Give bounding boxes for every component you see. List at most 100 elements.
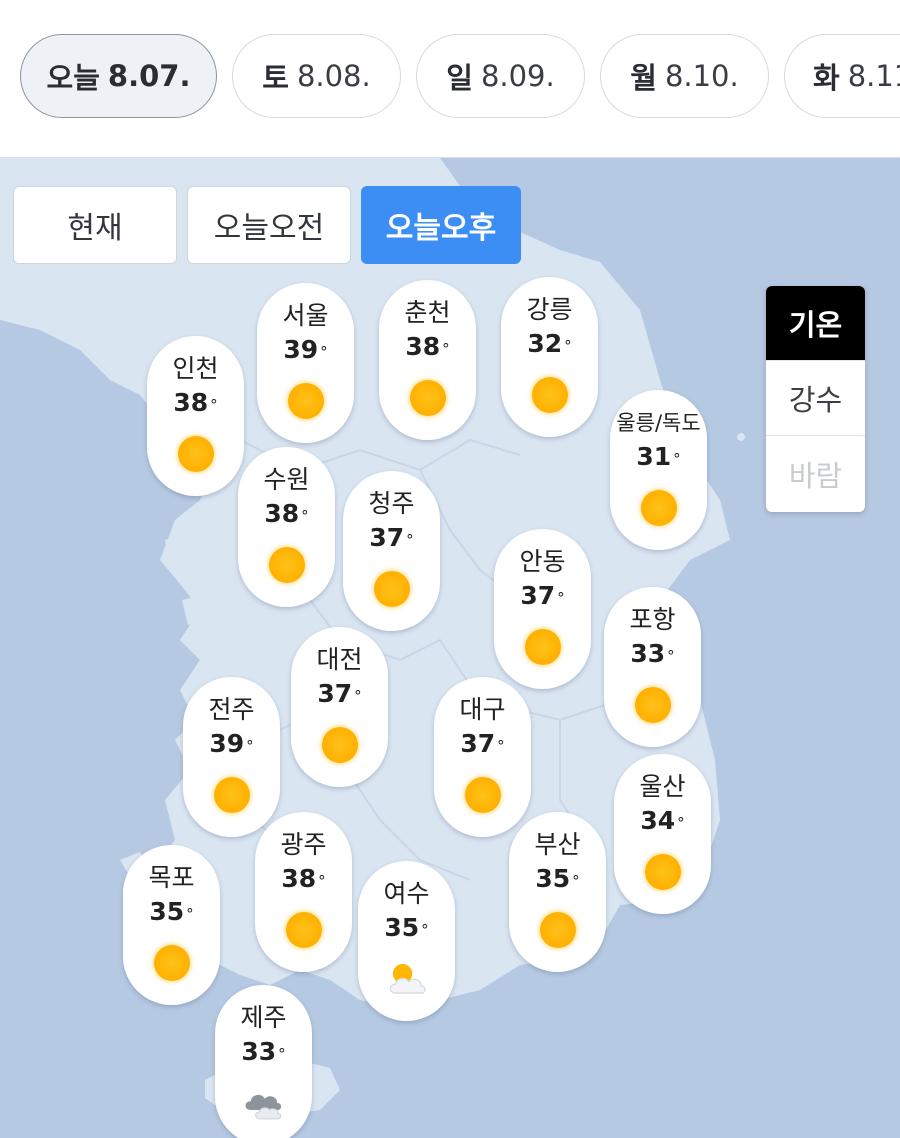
city-pill-cheongju[interactable]: 청주 37 ° xyxy=(343,471,440,631)
city-temp: 33 ° xyxy=(630,637,674,671)
city-pill-incheon[interactable]: 인천 38 ° xyxy=(147,336,244,496)
date-tab-date: 8.11. xyxy=(847,59,900,93)
sun-icon xyxy=(637,486,681,530)
sun-icon xyxy=(631,683,675,727)
city-pill-mokpo[interactable]: 목포 35 ° xyxy=(123,845,220,1005)
city-name: 울산 xyxy=(639,772,686,801)
degree-symbol: ° xyxy=(667,647,675,665)
temp-value: 35 xyxy=(535,864,571,893)
layer-tab-wind[interactable]: 바람 xyxy=(766,436,865,512)
degree-symbol: ° xyxy=(572,872,580,890)
city-name: 여수 xyxy=(383,879,430,908)
sun-icon xyxy=(265,543,309,587)
city-name: 인천 xyxy=(172,354,219,383)
city-name: 제주 xyxy=(240,1003,287,1032)
degree-symbol: ° xyxy=(246,737,254,755)
date-tab-tue[interactable]: 화8.11. xyxy=(784,34,900,118)
degree-symbol: ° xyxy=(677,814,685,832)
city-name: 안동 xyxy=(519,547,566,576)
city-pill-yeosu[interactable]: 여수 35 ° xyxy=(358,861,455,1021)
time-tab-now[interactable]: 현재 xyxy=(13,186,177,264)
temp-value: 35 xyxy=(384,913,420,942)
date-tab-mon[interactable]: 월 8.10. xyxy=(600,34,769,118)
city-pill-andong[interactable]: 안동 37 ° xyxy=(494,529,591,689)
temp-value: 38 xyxy=(405,332,441,361)
time-tab-afternoon[interactable]: 오늘오후 xyxy=(361,186,521,264)
time-tab-morning[interactable]: 오늘오전 xyxy=(187,186,351,264)
sun-icon xyxy=(641,850,685,894)
city-temp: 39 ° xyxy=(209,727,253,761)
city-temp: 35 ° xyxy=(535,862,579,896)
date-tab-bar: 오늘8.07. 토8.08. 일8.09. 월8.10. 화8.11. xyxy=(0,0,900,158)
city-pill-daejeon[interactable]: 대전 37 ° xyxy=(291,627,388,787)
city-name: 대구 xyxy=(459,695,506,724)
city-pill-jeonju[interactable]: 전주 39 ° xyxy=(183,677,280,837)
city-temp: 38 ° xyxy=(405,330,449,364)
city-temp: 38 ° xyxy=(173,386,217,420)
city-pill-suwon[interactable]: 수원 38 ° xyxy=(238,447,335,607)
city-temp: 38 ° xyxy=(264,497,308,531)
city-temp: 31 ° xyxy=(636,440,680,474)
temp-value: 39 xyxy=(283,335,319,364)
city-name: 목포 xyxy=(148,863,195,892)
date-tab-sun[interactable]: 일 8.09. xyxy=(416,34,585,118)
date-tab-dow: 토 xyxy=(262,61,289,95)
city-pill-gwangju[interactable]: 광주 38 ° xyxy=(255,812,352,972)
degree-symbol: ° xyxy=(421,921,429,939)
sun-icon xyxy=(521,625,565,669)
city-name: 수원 xyxy=(263,465,310,494)
city-name: 전주 xyxy=(208,695,255,724)
sun-icon xyxy=(174,432,218,476)
sun-icon xyxy=(282,908,326,952)
degree-symbol: ° xyxy=(442,340,450,358)
sun-icon xyxy=(370,567,414,611)
city-name: 강릉 xyxy=(526,295,573,324)
city-name: 광주 xyxy=(280,830,327,859)
partly-cloudy-icon xyxy=(385,957,429,1001)
city-pill-gangneung[interactable]: 강릉 32 ° xyxy=(501,277,598,437)
city-temp: 37 ° xyxy=(460,727,504,761)
city-name: 부산 xyxy=(534,830,581,859)
city-temp: 33 ° xyxy=(241,1035,285,1069)
city-name: 서울 xyxy=(282,301,329,330)
degree-symbol: ° xyxy=(673,450,681,468)
temp-value: 33 xyxy=(630,639,666,668)
city-pill-busan[interactable]: 부산 35 ° xyxy=(509,812,606,972)
city-pill-ulsan[interactable]: 울산 34 ° xyxy=(614,754,711,914)
city-pill-daegu[interactable]: 대구 37 ° xyxy=(434,677,531,837)
city-temp: 39 ° xyxy=(283,333,327,367)
city-pill-jeju[interactable]: 제주 33 ° xyxy=(215,985,312,1138)
layer-tab-precipitation[interactable]: 강수 xyxy=(766,361,865,436)
date-tab-sat[interactable]: 토 8.08. xyxy=(232,34,401,118)
degree-symbol: ° xyxy=(406,531,414,549)
city-temp: 37 ° xyxy=(317,677,361,711)
temp-value: 38 xyxy=(173,388,209,417)
date-tab-dow: 월 xyxy=(630,61,657,95)
city-pill-pohang[interactable]: 포항 33 ° xyxy=(604,587,701,747)
temp-value: 34 xyxy=(640,806,676,835)
degree-symbol: ° xyxy=(320,343,328,361)
temp-value: 37 xyxy=(520,581,556,610)
sun-icon xyxy=(318,723,362,767)
city-temp: 34 ° xyxy=(640,804,684,838)
map-layer-tabs: 기온 강수 바람 xyxy=(766,286,865,512)
degree-symbol: ° xyxy=(557,589,565,607)
temp-value: 37 xyxy=(460,729,496,758)
layer-tab-temperature[interactable]: 기온 xyxy=(766,286,865,361)
city-temp: 35 ° xyxy=(149,895,193,929)
city-pill-ulleung-dokdo[interactable]: 울릉/독도 31 ° xyxy=(610,390,707,550)
sun-icon xyxy=(406,376,450,420)
degree-symbol: ° xyxy=(186,905,194,923)
temp-value: 37 xyxy=(317,679,353,708)
city-name: 울릉/독도 xyxy=(616,411,701,435)
degree-symbol: ° xyxy=(497,737,505,755)
temp-value: 38 xyxy=(281,864,317,893)
sun-icon xyxy=(536,908,580,952)
degree-symbol: ° xyxy=(564,337,572,355)
temp-value: 37 xyxy=(369,523,405,552)
city-pill-seoul[interactable]: 서울 39 ° xyxy=(257,283,354,443)
city-pill-chuncheon[interactable]: 춘천 38 ° xyxy=(379,280,476,440)
date-tab-dow: 화 xyxy=(813,61,840,95)
temp-value: 31 xyxy=(636,442,672,471)
date-tab-today[interactable]: 오늘 8.07. xyxy=(20,34,217,118)
